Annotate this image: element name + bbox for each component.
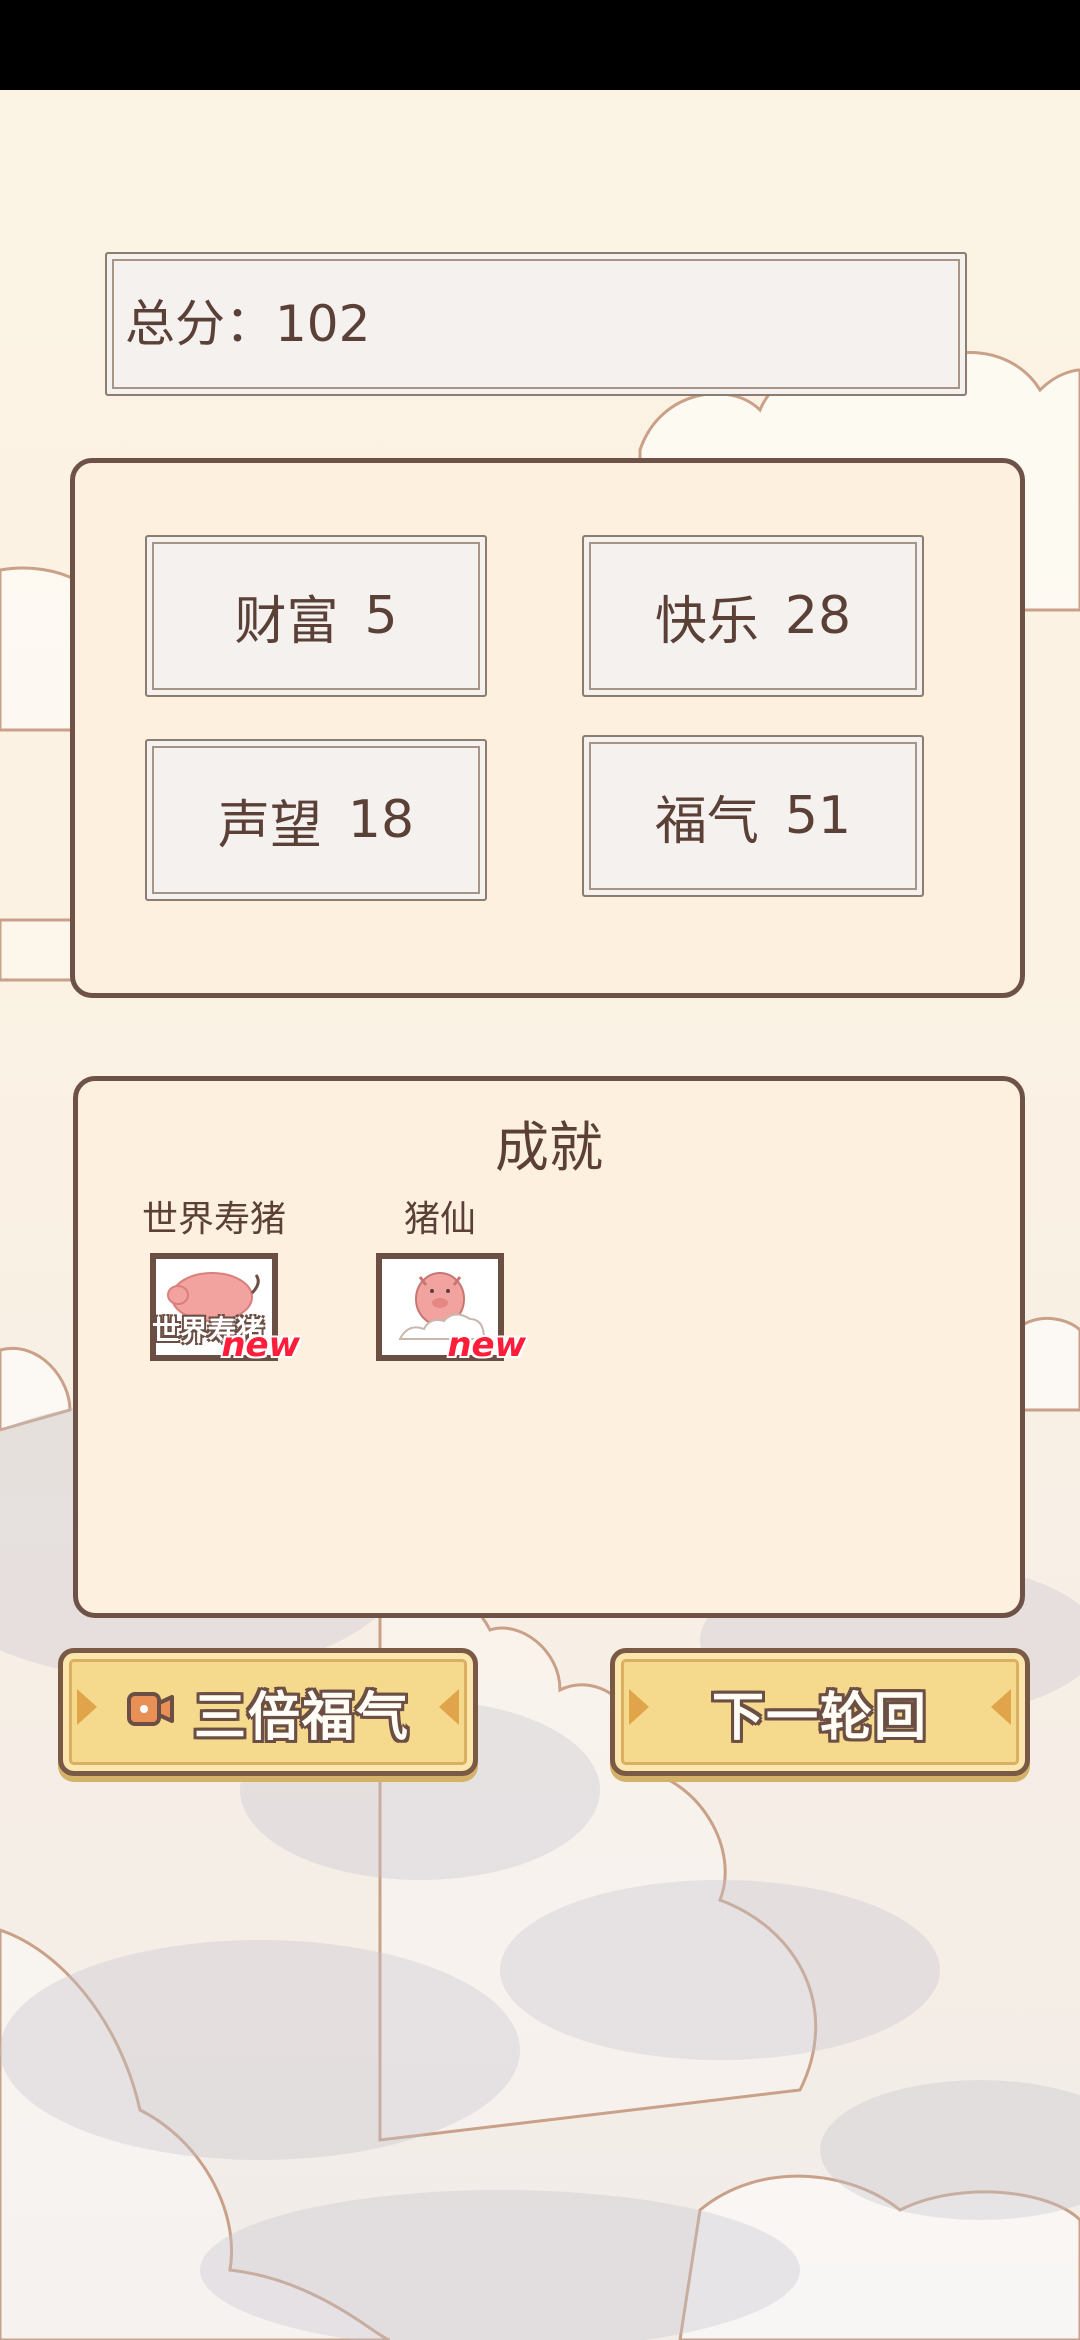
game-screen: 总分：102 财富 5 快乐 28 声望 18 福气 51 成就 世界寿猪 世界… xyxy=(0,0,1080,2340)
achievement-item[interactable]: 猪仙 new xyxy=(340,1195,540,1365)
stat-reputation: 声望 18 xyxy=(145,739,487,901)
stat-fortune: 福气 51 xyxy=(582,735,924,897)
video-icon xyxy=(126,1682,176,1742)
stat-value: 51 xyxy=(784,786,852,846)
stat-value: 5 xyxy=(364,586,398,646)
total-score-label: 总分： xyxy=(125,295,275,353)
stat-value: 28 xyxy=(784,586,852,646)
total-score-value: 102 xyxy=(275,295,371,353)
status-bar xyxy=(0,0,1080,90)
achievement-label: 猪仙 xyxy=(403,1199,476,1240)
triple-fortune-label: 三倍福气 xyxy=(193,1687,410,1748)
triple-fortune-button[interactable]: 三倍福气 xyxy=(58,1648,478,1776)
stat-name: 财富 xyxy=(234,591,339,652)
total-score-bar: 总分：102 xyxy=(105,252,967,396)
next-round-label: 下一轮回 xyxy=(711,1687,928,1748)
stat-name: 福气 xyxy=(654,791,759,852)
stats-panel: 财富 5 快乐 28 声望 18 福气 51 xyxy=(70,458,1025,998)
cloud-pig-icon: new xyxy=(376,1253,526,1365)
stat-wealth: 财富 5 xyxy=(145,535,487,697)
achievement-item[interactable]: 世界寿猪 世界寿猪 new xyxy=(114,1195,314,1365)
stat-value: 18 xyxy=(347,790,415,850)
stat-happiness: 快乐 28 xyxy=(582,535,924,697)
stat-name: 声望 xyxy=(217,795,322,856)
achievements-panel: 成就 世界寿猪 世界寿猪 new 猪仙 new xyxy=(73,1076,1025,1618)
new-badge: new xyxy=(447,1325,526,1365)
achievement-label: 世界寿猪 xyxy=(141,1199,286,1240)
total-score: 总分：102 xyxy=(125,254,370,394)
next-round-button[interactable]: 下一轮回 xyxy=(610,1648,1030,1776)
new-badge: new xyxy=(221,1325,300,1365)
achievements-title: 成就 xyxy=(495,1116,603,1179)
pig-icon: 世界寿猪 new xyxy=(150,1253,300,1365)
stat-name: 快乐 xyxy=(654,591,759,652)
